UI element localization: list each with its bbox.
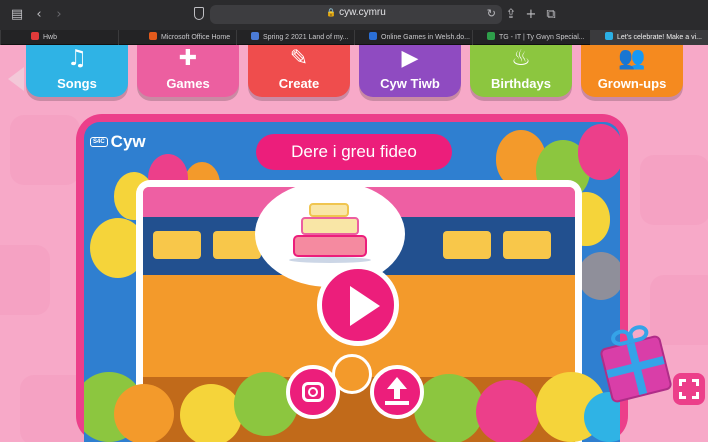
- game-title: Dere i greu fideo: [256, 134, 452, 170]
- nav-label: Cyw Tiwb: [380, 76, 440, 91]
- tab-label: Hwb: [43, 34, 58, 41]
- fullscreen-icon: [679, 379, 686, 386]
- shield-icon[interactable]: [194, 7, 204, 20]
- favicon-icon: [31, 32, 39, 40]
- cake-icon: ♨: [511, 46, 531, 71]
- tab-bar: Hwb Microsoft Office Home Spring 2 2021 …: [0, 30, 708, 45]
- favicon-icon: [605, 32, 613, 40]
- pencil-icon: ✎: [289, 46, 309, 71]
- train-window: [153, 231, 201, 259]
- people-icon: 👥: [618, 46, 646, 71]
- tab-ty-gwyn[interactable]: TG - IT | Ty Gwyn Special...: [472, 30, 590, 45]
- nav-games-button[interactable]: ✚ Games: [137, 45, 239, 97]
- cake-layer: [301, 217, 359, 235]
- tab-label: Spring 2 2021 Land of my...: [263, 34, 349, 41]
- puzzle-pattern: [10, 115, 80, 185]
- page: ♫ Songs ✚ Games ✎ Create ▶ Cyw Tiwb ♨ Bi…: [0, 45, 708, 442]
- upload-stem: [394, 387, 400, 399]
- camera-lens: [308, 387, 318, 397]
- cake-plate: [289, 257, 371, 263]
- forward-icon[interactable]: ›: [50, 6, 68, 24]
- balloon: [578, 124, 620, 180]
- gift-bow: [626, 323, 651, 344]
- nav-cyw-tiwb-button[interactable]: ▶ Cyw Tiwb: [359, 45, 461, 97]
- train-window: [443, 231, 491, 259]
- tab-hwb[interactable]: Hwb: [0, 30, 118, 45]
- tab-online-games[interactable]: Online Games in Welsh.do...: [354, 30, 472, 45]
- ball: [114, 384, 174, 442]
- url-text: cyw.cymru: [339, 7, 386, 18]
- camera-button[interactable]: [286, 365, 340, 419]
- logo-text: Cyw: [110, 132, 146, 151]
- browser-toolbar: ▤ ‹ › 🔒 cyw.cymru ↻ ⇪ + ⧉: [0, 0, 708, 30]
- nav-label: Create: [278, 76, 320, 91]
- train-window: [213, 231, 261, 259]
- fullscreen-corner: [692, 379, 699, 386]
- tab-label: TG - IT | Ty Gwyn Special...: [499, 34, 585, 41]
- nav-label: Grown-ups: [597, 76, 667, 91]
- favicon-icon: [251, 32, 259, 40]
- nav-create-button[interactable]: ✎ Create: [248, 45, 350, 97]
- game-stage: S4C Cyw Dere i greu fideo: [84, 122, 620, 442]
- share-icon[interactable]: ⇪: [502, 6, 520, 24]
- favicon-icon: [369, 32, 377, 40]
- nav-label: Birthdays: [491, 76, 551, 91]
- nav-grown-ups-button[interactable]: 👥 Grown-ups: [581, 45, 683, 97]
- ball: [414, 374, 484, 442]
- tab-office[interactable]: Microsoft Office Home: [118, 30, 236, 45]
- grey-character: [578, 252, 620, 300]
- tab-spring[interactable]: Spring 2 2021 Land of my...: [236, 30, 354, 45]
- tab-label: Microsoft Office Home: [161, 34, 231, 41]
- favicon-icon: [149, 32, 157, 40]
- train-window: [503, 231, 551, 259]
- puzzle-pattern: [640, 155, 708, 225]
- music-note-icon: ♫: [67, 46, 87, 71]
- ball: [476, 380, 540, 442]
- reload-icon[interactable]: ↻: [487, 7, 496, 20]
- game-frame: S4C Cyw Dere i greu fideo: [76, 114, 628, 442]
- upload-tray: [385, 401, 409, 405]
- sidebar-icon[interactable]: ▤: [8, 6, 26, 24]
- lock-icon: 🔒: [326, 8, 337, 17]
- puzzle-pattern: [0, 245, 50, 315]
- tab-label: Let's celebrate! Make a vi...: [617, 34, 702, 41]
- play-icon: ▶: [401, 46, 419, 71]
- nav-label: Games: [166, 76, 210, 91]
- play-icon: [350, 286, 380, 326]
- new-tab-icon[interactable]: +: [522, 6, 540, 24]
- nav-birthdays-button[interactable]: ♨ Birthdays: [470, 45, 572, 97]
- tab-lets-celebrate[interactable]: Let's celebrate! Make a vi...: [590, 30, 708, 45]
- puzzle-pattern: [650, 275, 708, 345]
- fullscreen-corner: [692, 392, 699, 399]
- cake-layer: [293, 235, 367, 257]
- nav-songs-button[interactable]: ♫ Songs: [26, 45, 128, 97]
- cake-icon: [309, 203, 349, 217]
- tab-overview-icon[interactable]: ⧉: [542, 6, 560, 24]
- upload-button[interactable]: [370, 365, 424, 419]
- fullscreen-button[interactable]: [673, 373, 705, 405]
- play-button[interactable]: [317, 264, 399, 346]
- cyw-logo: S4C Cyw: [90, 132, 146, 152]
- address-bar[interactable]: 🔒 cyw.cymru ↻: [210, 5, 502, 24]
- ball: [180, 384, 242, 442]
- nav-label: Songs: [57, 76, 97, 91]
- back-arrow-icon[interactable]: [8, 67, 24, 91]
- tab-label: Online Games in Welsh.do...: [381, 34, 470, 41]
- puzzle-icon: ✚: [178, 46, 198, 71]
- s4c-tag: S4C: [90, 137, 108, 147]
- back-icon[interactable]: ‹: [30, 6, 48, 24]
- fullscreen-corner: [679, 392, 686, 399]
- favicon-icon: [487, 32, 495, 40]
